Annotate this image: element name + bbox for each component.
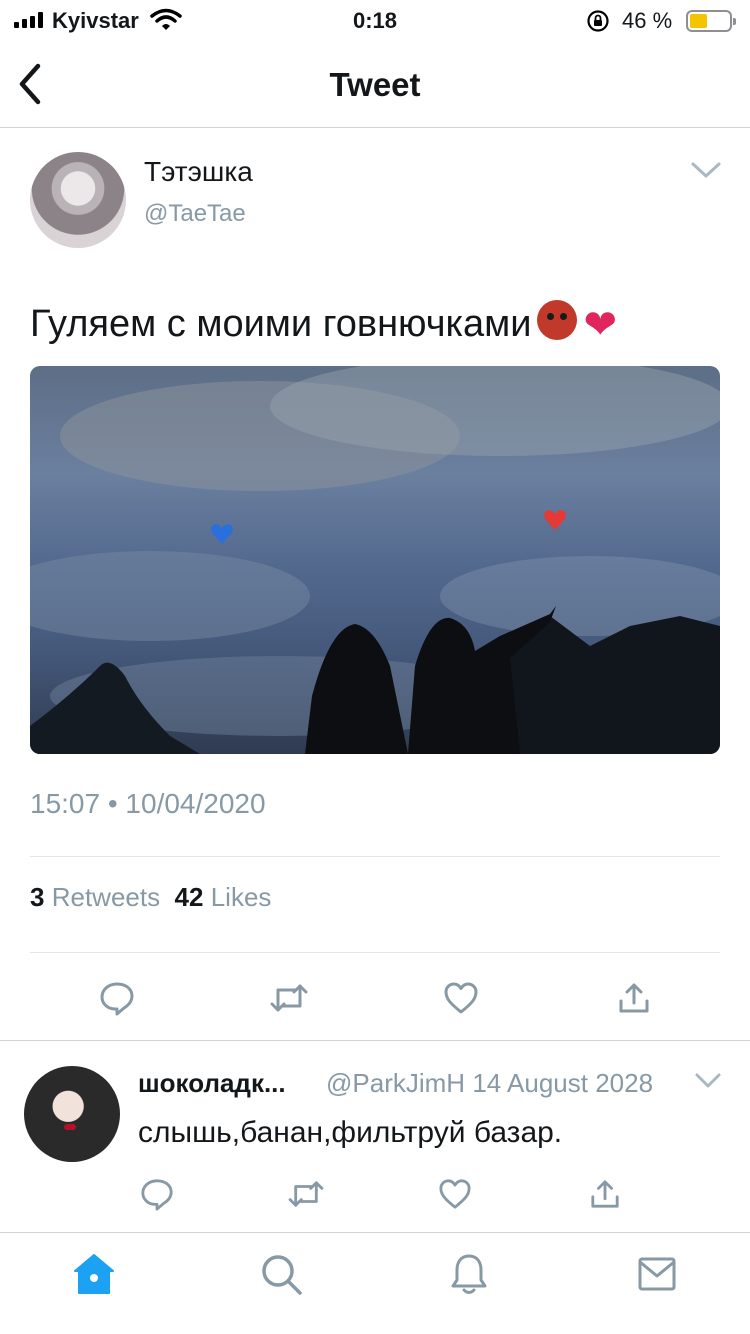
tab-messages[interactable] — [634, 1251, 680, 1297]
reply-icon — [100, 982, 134, 1016]
heart-icon — [444, 982, 478, 1014]
ogre-emoji-icon — [537, 300, 578, 340]
navigation-bar: Tweet — [0, 42, 750, 128]
reply-author-handle[interactable]: @ParkJimH — [326, 1068, 465, 1098]
reply-icon — [141, 1179, 173, 1211]
reply-date: 14 August 2028 — [472, 1068, 654, 1098]
retweet-icon — [270, 984, 308, 1012]
tab-bar — [0, 1232, 750, 1334]
blue-heart-sticker-icon — [211, 524, 233, 544]
search-icon — [262, 1255, 302, 1295]
reply-like-button[interactable] — [435, 1174, 475, 1214]
reply-actions — [0, 1170, 750, 1218]
reply-share-button[interactable] — [585, 1174, 625, 1214]
likes-count[interactable]: 42 — [175, 882, 204, 912]
retweet-icon — [288, 1181, 324, 1207]
status-bar: Kyivstar 0:18 46 % — [0, 0, 750, 42]
like-button[interactable] — [441, 978, 481, 1018]
author-handle[interactable]: @TaeTae — [144, 200, 246, 228]
divider — [30, 952, 720, 953]
share-icon — [619, 983, 649, 1013]
tweet-stats: 3 Retweets 42 Likes — [30, 882, 271, 913]
divider — [30, 856, 720, 857]
chevron-down-icon[interactable] — [694, 1072, 722, 1090]
reply-author-avatar[interactable] — [24, 1066, 120, 1162]
heart-icon — [439, 1179, 471, 1209]
retweets-label[interactable]: Retweets — [52, 882, 160, 912]
bell-icon — [451, 1254, 487, 1294]
section-divider — [0, 1040, 750, 1041]
likes-label[interactable]: Likes — [211, 882, 272, 912]
tab-home[interactable] — [71, 1251, 117, 1297]
share-button[interactable] — [614, 978, 654, 1018]
author-avatar[interactable] — [30, 152, 126, 248]
retweets-count[interactable]: 3 — [30, 882, 44, 912]
reply-author-name[interactable]: шоколадк... — [138, 1068, 286, 1099]
home-icon — [74, 1254, 114, 1294]
tweet-timestamp: 15:07 • 10/04/2020 — [30, 788, 266, 819]
retweet-button[interactable] — [269, 978, 309, 1018]
rotation-lock-icon — [587, 10, 609, 32]
reply-meta: @ParkJimH 14 August 2028 — [326, 1068, 653, 1099]
battery-level-fill — [690, 14, 707, 28]
tweet-photo[interactable] — [30, 366, 720, 754]
tab-search[interactable] — [258, 1251, 304, 1297]
battery-icon — [686, 10, 736, 32]
mail-icon — [638, 1257, 676, 1291]
tab-notifications[interactable] — [446, 1251, 492, 1297]
tweet-text-content: Гуляем с моими говнючками — [30, 303, 532, 345]
author-name[interactable]: Тэтэшка — [144, 156, 253, 188]
reply-button[interactable] — [97, 978, 137, 1018]
person-silhouette-left — [305, 624, 408, 754]
red-heart-emoji-icon: ❤ — [583, 303, 617, 347]
page-title: Tweet — [329, 66, 421, 103]
reply-retweet-button[interactable] — [286, 1174, 326, 1214]
chevron-down-icon[interactable] — [690, 160, 722, 180]
battery-percentage: 46 % — [622, 8, 673, 33]
reply-text: слышь,банан,фильтруй базар. — [138, 1116, 563, 1149]
share-icon — [591, 1180, 619, 1208]
tweet-actions — [0, 968, 750, 1024]
red-heart-sticker-icon — [544, 510, 566, 530]
reply-reply-button[interactable] — [137, 1174, 177, 1214]
tweet-text: Гуляем с моими говнючками ❤ — [30, 300, 617, 348]
